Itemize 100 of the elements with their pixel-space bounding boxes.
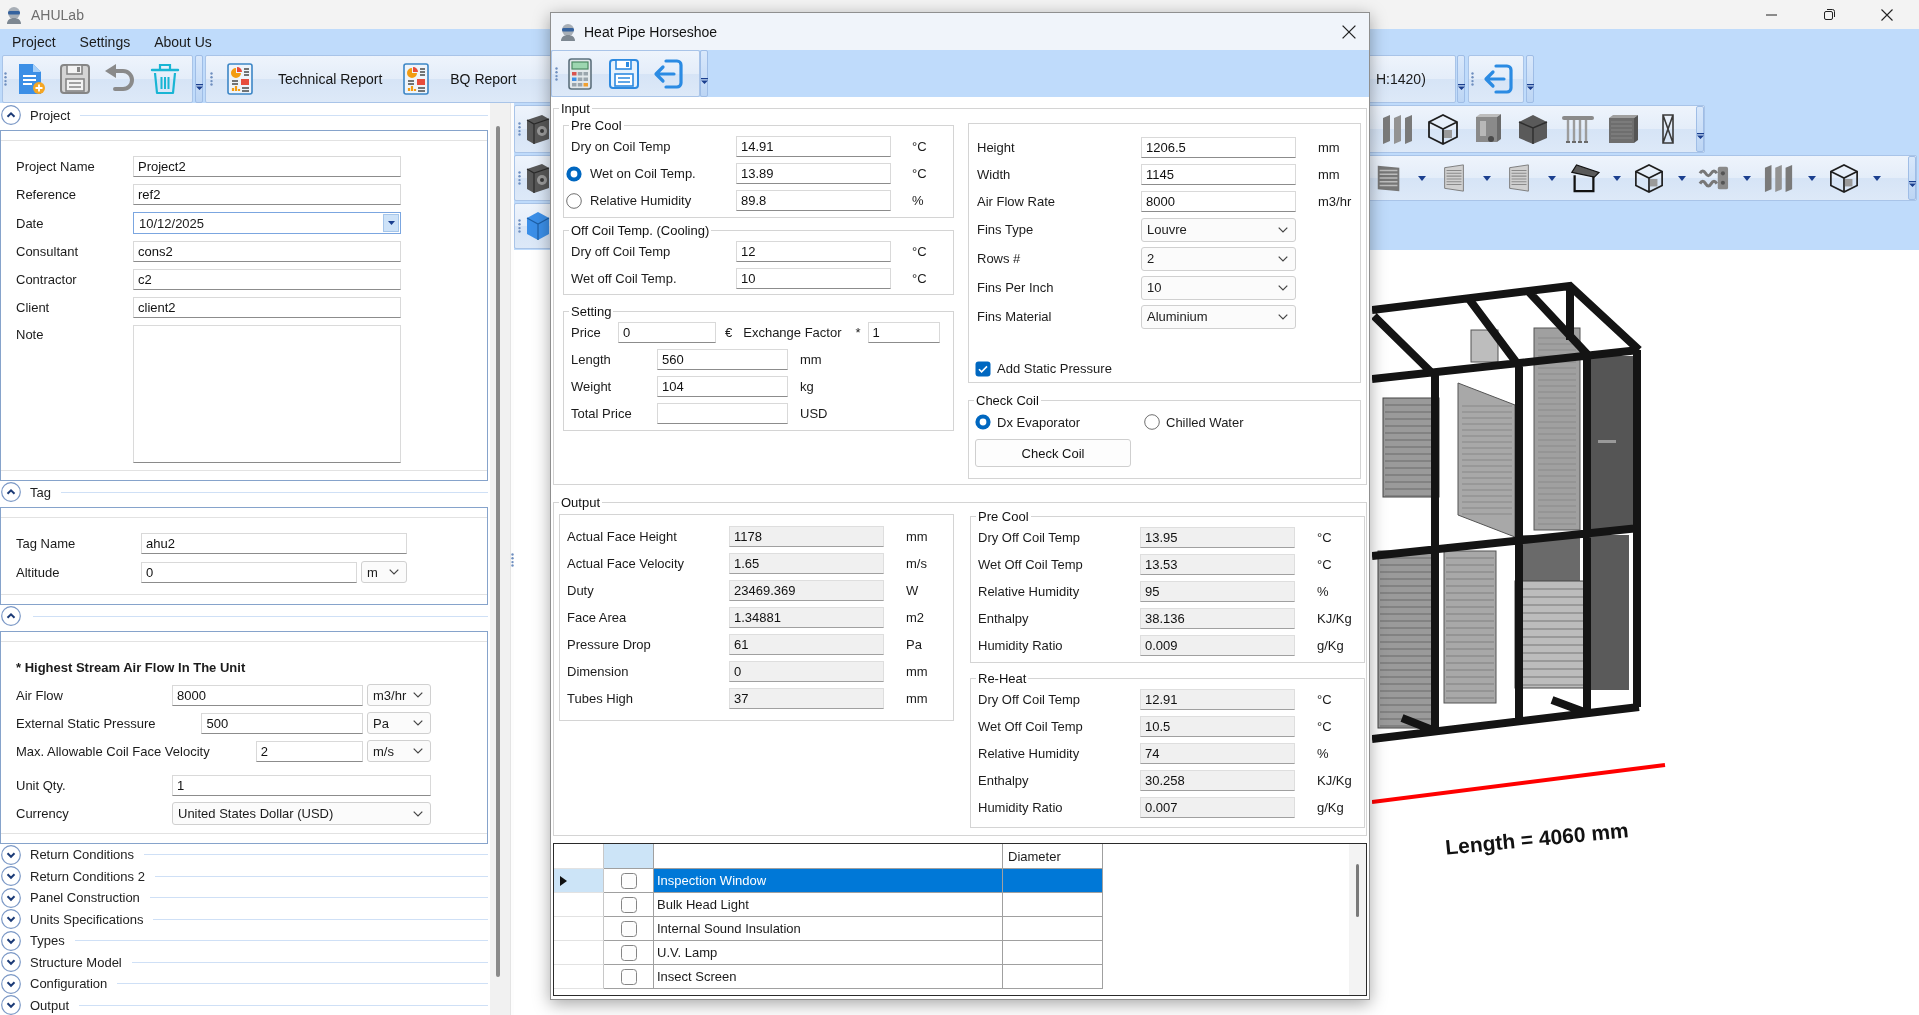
text-field[interactable]: 23469.369 [729,580,884,601]
text-field[interactable]: 12 [736,241,891,262]
text-field[interactable]: 0 [618,322,716,343]
grip-icon[interactable] [555,66,558,81]
dropdown[interactable]: 10 [1141,275,1296,300]
note-field[interactable] [133,325,401,463]
text-field[interactable]: 30.258 [1140,770,1295,791]
caret-down-icon[interactable] [1808,175,1816,181]
dropdown[interactable]: m3/hr [367,684,431,706]
machine-block-icon[interactable] [526,114,550,144]
text-field[interactable] [657,403,788,424]
section-title[interactable]: Output [30,997,70,1013]
caret-down-icon[interactable] [1678,175,1686,181]
text-field[interactable]: 89.8 [736,190,891,211]
option-label[interactable]: Chilled Water [1166,414,1244,430]
overflow-button[interactable] [1526,55,1534,103]
grip-icon[interactable] [1471,72,1474,86]
section-title[interactable]: Configuration [30,976,108,992]
scrollbar-thumb[interactable] [1356,864,1359,917]
radio-button[interactable] [566,165,582,182]
overflow-button[interactable] [1457,55,1465,103]
wireframe-box-icon[interactable] [1827,163,1861,193]
grip-icon[interactable] [518,171,521,185]
text-field[interactable]: ref2 [133,184,401,205]
dropdown[interactable]: m [361,561,407,583]
text-field[interactable]: 74 [1140,743,1295,764]
chevron-down-icon[interactable] [1,866,21,887]
cube-icon[interactable] [526,211,550,241]
dropdown[interactable]: Pa [367,712,431,734]
checkbox[interactable] [620,896,637,913]
box-arrow-icon[interactable] [1482,63,1514,95]
grip-icon[interactable] [511,553,514,567]
overflow-button[interactable] [195,55,203,103]
text-field[interactable]: 13.89 [736,163,891,184]
chevron-down-icon[interactable] [1,887,21,908]
overflow-button[interactable] [700,50,708,97]
text-field[interactable]: 10.5 [1140,716,1295,737]
text-field[interactable]: 8000 [1141,191,1296,212]
checkbox[interactable] [620,944,637,961]
text-field[interactable]: 0 [729,661,884,682]
chevron-down-icon[interactable] [1,844,21,865]
text-field[interactable]: 0.007 [1140,797,1295,818]
checkbox[interactable] [620,872,637,889]
report-button[interactable]: Technical Report [224,59,383,99]
menu-item[interactable]: Settings [67,31,143,52]
option-label[interactable]: Dx Evaporator [997,414,1081,430]
grip-icon[interactable] [518,122,521,136]
text-field[interactable]: 104 [657,376,788,397]
checkbox[interactable] [975,360,991,377]
section-title[interactable]: Return Conditions 2 [30,868,145,884]
caret-down-icon[interactable] [1613,175,1621,181]
text-field[interactable]: 10 [736,268,891,289]
text-field[interactable]: c2 [133,269,401,290]
save-icon[interactable] [59,63,91,95]
text-field[interactable]: 1.34881 [729,607,884,628]
text-field[interactable]: 1 [172,775,431,796]
overflow-button[interactable] [1908,156,1916,200]
check-coil-button[interactable]: Check Coil [975,439,1131,467]
close-icon[interactable] [1881,8,1893,21]
section-title[interactable]: Panel Construction [30,890,140,906]
checkbox[interactable] [620,968,637,985]
checkbox-label[interactable]: Add Static Pressure [997,361,1112,376]
text-field[interactable]: 14.91 [736,136,891,157]
chevron-down-icon[interactable] [1,973,21,994]
text-field[interactable]: 95 [1140,581,1295,602]
dropdown-button[interactable] [383,214,399,232]
row-header[interactable] [554,869,604,893]
text-field[interactable]: 13.53 [1140,554,1295,575]
text-field[interactable]: 0.009 [1140,635,1295,656]
chevron-down-icon[interactable] [1,995,21,1015]
save-icon[interactable] [608,57,640,90]
text-field[interactable]: 8000 [172,684,363,706]
grip-icon[interactable] [210,72,213,86]
dropdown[interactable]: 2 [1141,246,1296,271]
restore-icon[interactable] [1823,9,1835,20]
chevron-up-icon[interactable] [1,105,21,125]
box-arrow-icon[interactable] [652,57,684,90]
text-field[interactable]: 13.95 [1140,527,1295,548]
caret-down-icon[interactable] [1873,175,1881,181]
table-cell[interactable]: Insect Screen [654,965,1003,989]
text-field[interactable]: 1178 [729,526,884,547]
section-title[interactable]: Structure Model [30,954,122,970]
text-field[interactable]: 1 [867,322,940,343]
chevron-up-icon[interactable] [1,606,21,626]
caret-down-icon[interactable] [1483,175,1491,181]
section-title[interactable]: Return Conditions [30,847,135,863]
section-title[interactable]: Units Specifications [30,911,144,927]
menu-item[interactable]: Project [0,31,68,52]
menu-item[interactable]: About Us [142,31,224,52]
date-field[interactable]: 10/12/2025 [133,212,401,234]
report-button[interactable]: BQ Report [400,59,517,99]
text-field[interactable]: cons2 [133,241,401,262]
text-field[interactable]: client2 [133,297,401,318]
wireframe-box-icon[interactable] [1632,163,1666,193]
text-field[interactable]: 38.136 [1140,608,1295,629]
option-label[interactable]: Wet on Coil Temp. [590,166,736,181]
text-field[interactable]: 0 [141,561,357,583]
dropdown[interactable]: Louvre [1141,217,1296,242]
section-title[interactable]: Tag [30,484,51,500]
checkbox[interactable] [620,920,637,937]
